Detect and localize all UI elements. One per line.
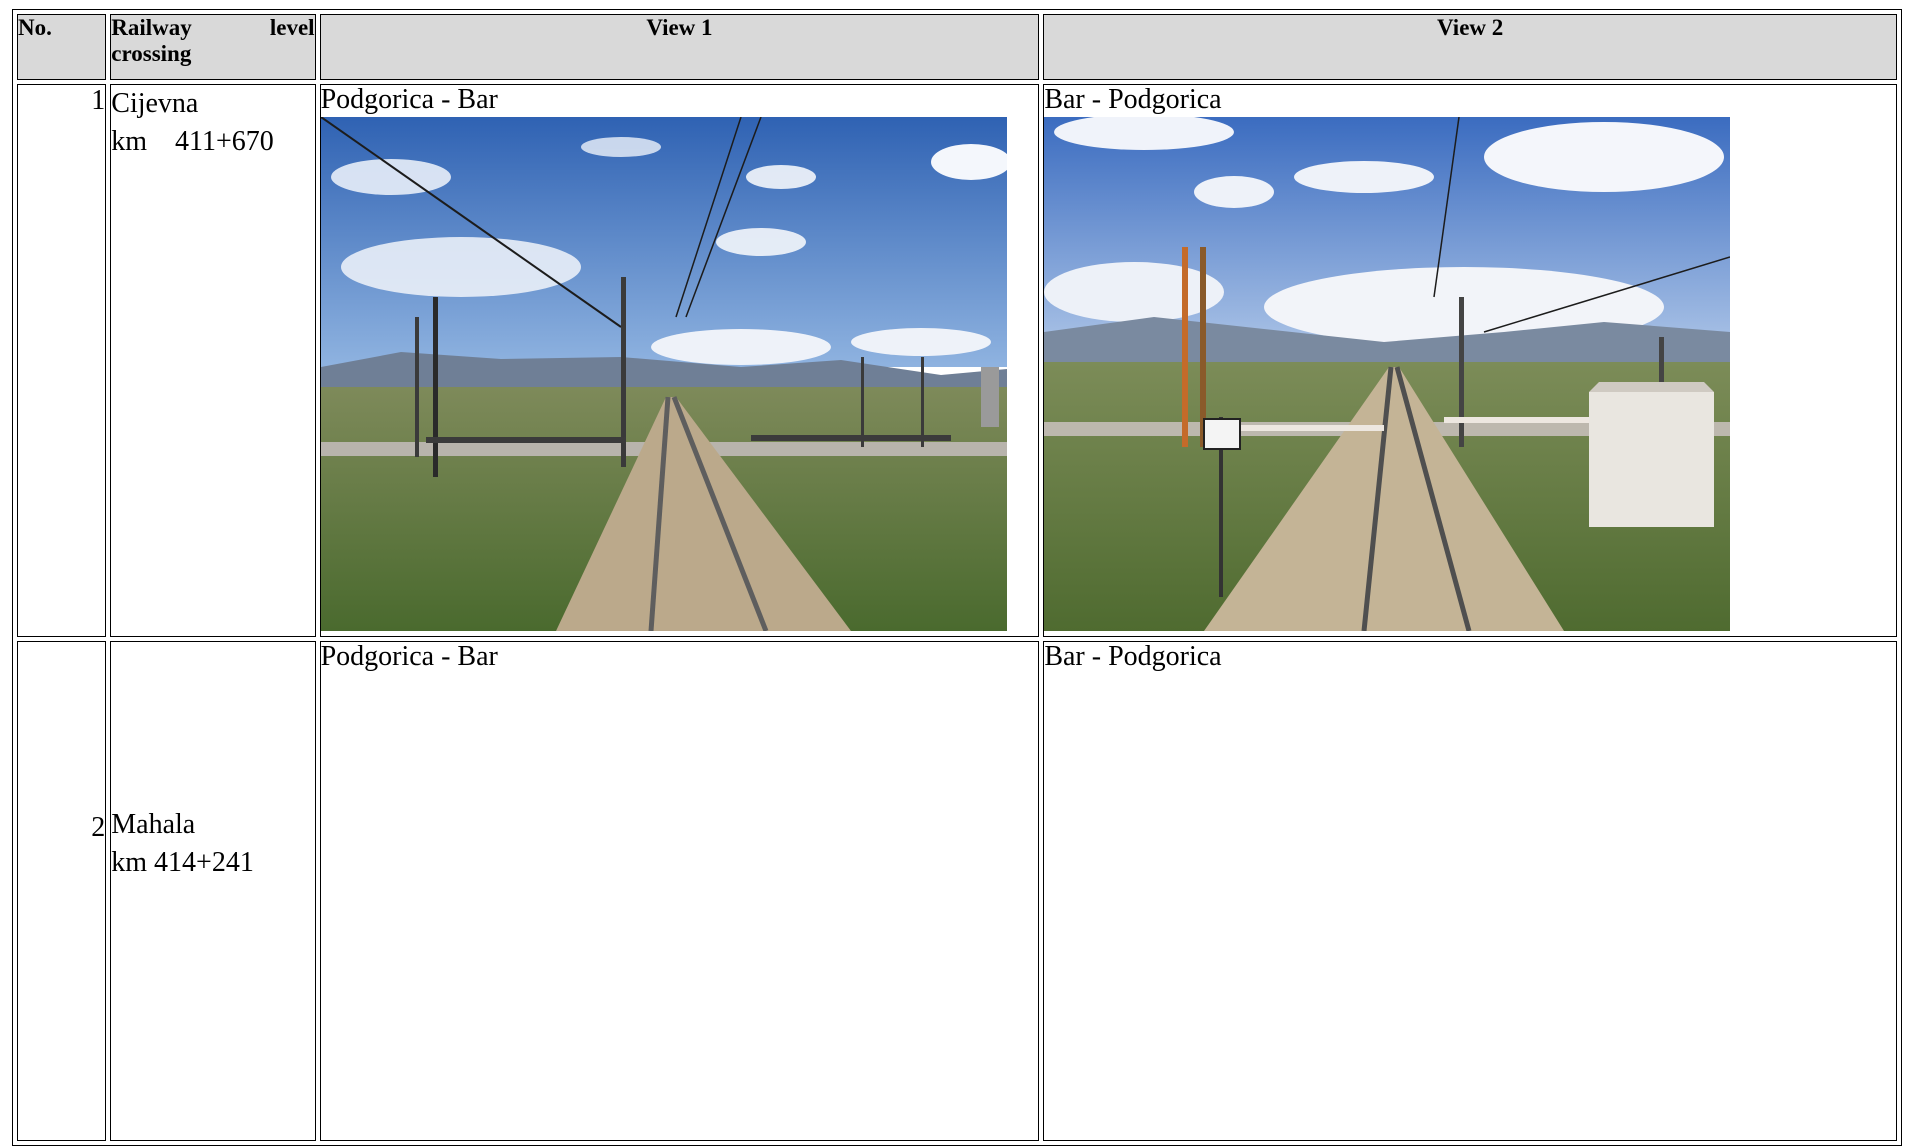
header-crossing-line1: Railway level (111, 15, 314, 41)
track-photo-svg (320, 117, 1007, 631)
railway-track-photo-bar-podgorica (1044, 117, 1731, 631)
header-row: No. Railway level crossing View 1 View 2 (17, 14, 1897, 80)
table-row: 1 Cijevna km 411+670 Podgorica - Bar Bar… (17, 84, 1897, 637)
header-word-level: level (269, 15, 315, 40)
view1-cell: Podgorica - Bar (319, 84, 1040, 637)
view2-caption: Bar - Podgorica (1044, 84, 1222, 115)
crossing-km: km 411+670 (111, 126, 274, 157)
header-crossing-line2: crossing (111, 41, 192, 66)
row-number: 1 (17, 84, 107, 637)
row-number: 2 (17, 641, 107, 1141)
header-view-1: View 1 (319, 14, 1040, 80)
view2-cell: Bar - Podgorica (1043, 84, 1897, 637)
view1-caption: Podgorica - Bar (320, 641, 498, 672)
crossing-name-cell: Cijevna km 411+670 (110, 84, 316, 637)
crossing-name-cell: Mahala km 414+241 (110, 641, 316, 1141)
crossing-name: Mahala (111, 809, 196, 840)
header-no: No. (17, 14, 107, 80)
track-photo-svg (1044, 117, 1731, 631)
view1-cell: Podgorica - Bar (319, 641, 1040, 1141)
header-word-railway: Railway (111, 15, 192, 40)
view2-caption: Bar - Podgorica (1044, 641, 1222, 672)
header-view-2: View 2 (1043, 14, 1897, 80)
view1-caption: Podgorica - Bar (320, 84, 498, 115)
crossing-name: Cijevna (111, 88, 199, 119)
railway-track-photo-podgorica-bar (320, 117, 1007, 631)
view2-cell: Bar - Podgorica (1043, 641, 1897, 1141)
table-row: 2 Mahala km 414+241 Podgorica - Bar Bar … (17, 641, 1897, 1141)
crossing-km: km 414+241 (111, 847, 254, 878)
header-railway-level-crossing: Railway level crossing (110, 14, 316, 80)
level-crossing-table: No. Railway level crossing View 1 View 2… (12, 9, 1902, 1146)
